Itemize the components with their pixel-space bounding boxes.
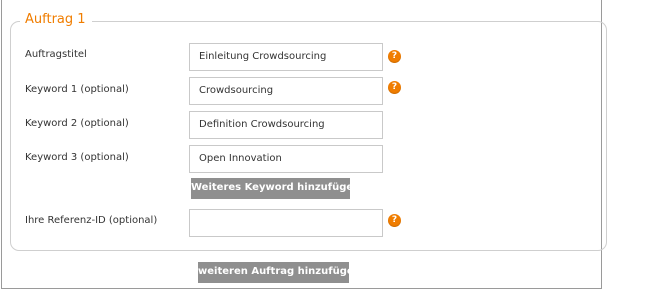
keyword-1-label: Keyword 1 (optional) [25, 84, 129, 95]
keyword-2-label: Keyword 2 (optional) [25, 118, 129, 129]
keyword-3-label: Keyword 3 (optional) [25, 152, 129, 163]
order-legend: Auftrag 1 [20, 11, 92, 29]
title-label: Auftragstitel [25, 49, 87, 60]
keyword-1-help-question-icon[interactable]: ? [388, 81, 401, 94]
reference-id-input[interactable] [189, 209, 383, 237]
keyword-2-input[interactable]: Definition Crowdsourcing [189, 111, 383, 139]
title-input[interactable]: Einleitung Crowdsourcing [189, 43, 383, 71]
reference-id-help-question-icon[interactable]: ? [388, 214, 401, 227]
add-keyword-button[interactable]: Weiteres Keyword hinzufügen [191, 178, 360, 199]
title-help-question-icon[interactable]: ? [388, 50, 401, 63]
add-order-button[interactable]: weiteren Auftrag hinzufügen [198, 262, 361, 283]
reference-id-label: Ihre Referenz-ID (optional) [25, 215, 158, 226]
keyword-1-input[interactable]: Crowdsourcing [189, 77, 383, 105]
keyword-3-input[interactable]: Open Innovation [189, 145, 383, 173]
